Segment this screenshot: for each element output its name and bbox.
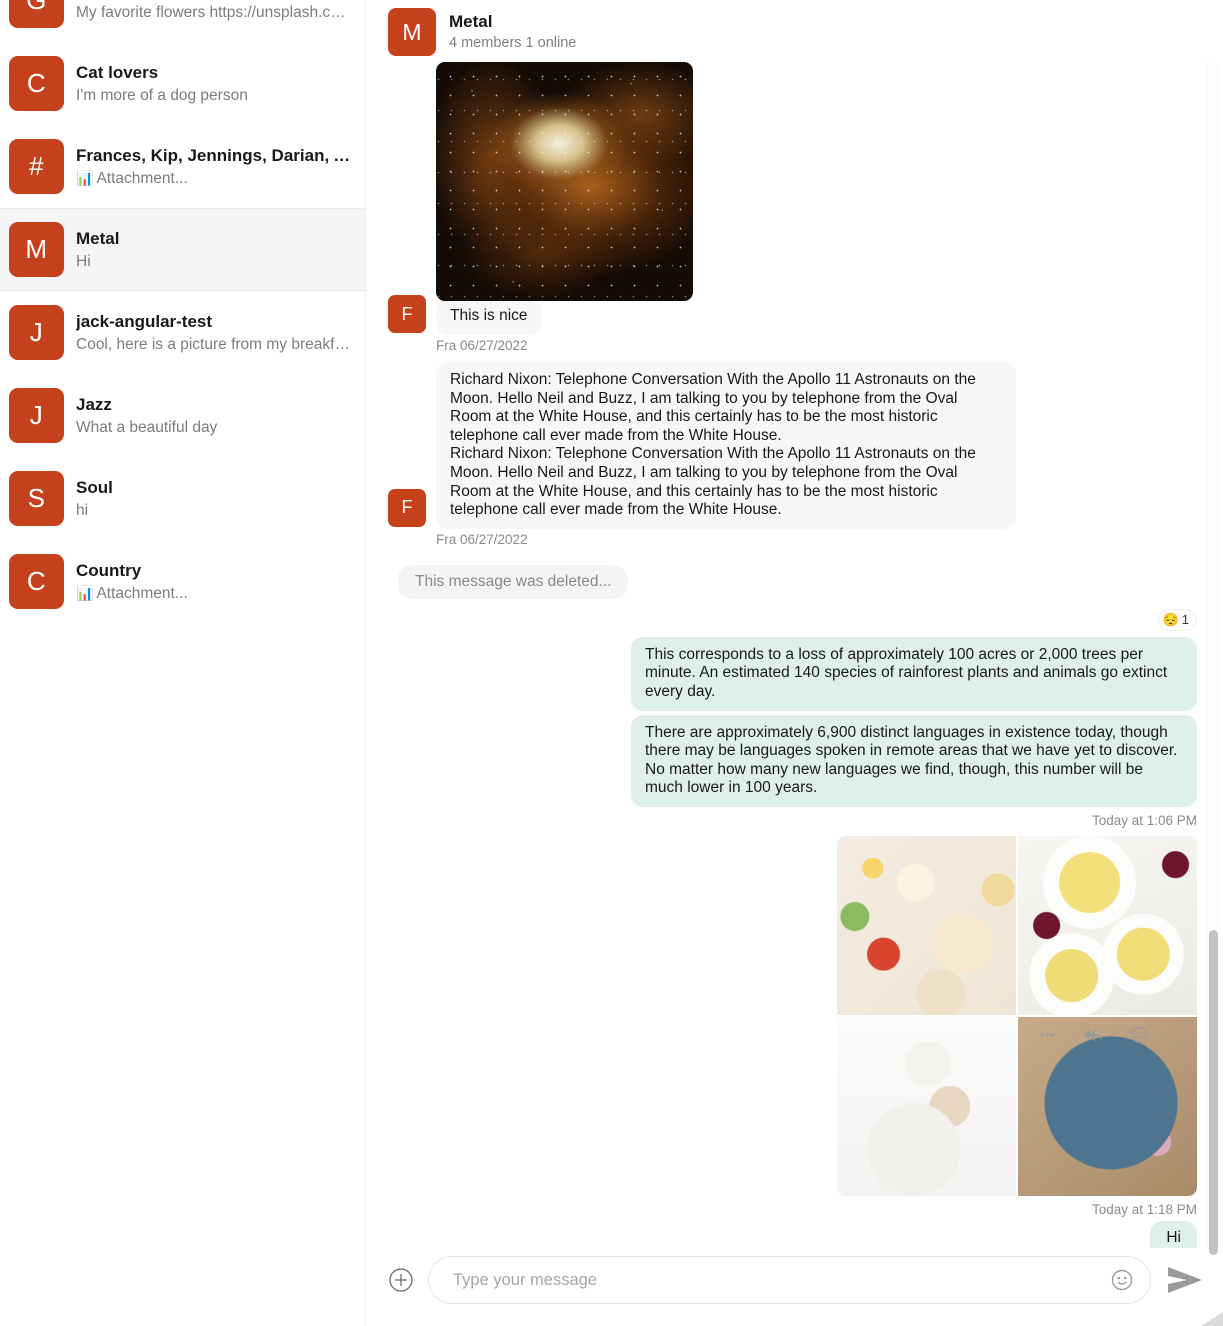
message-input[interactable] <box>451 1269 1110 1291</box>
message-bubble[interactable]: This is nice <box>436 298 542 335</box>
channel-preview: 📊 Attachment... <box>76 583 351 604</box>
emoji-picker-icon[interactable] <box>1110 1268 1134 1292</box>
avatar: M <box>388 8 436 56</box>
reaction-emoji: 😔 <box>1162 611 1179 627</box>
add-attachment-icon[interactable] <box>388 1267 414 1293</box>
avatar: J <box>9 388 64 443</box>
channel-item-group-frances[interactable]: # Frances, Kip, Jennings, Darian, Arde..… <box>0 125 365 208</box>
avatar: S <box>9 471 64 526</box>
message-group-incoming-2: F Richard Nixon: Telephone Conversation … <box>388 362 1197 547</box>
channel-item-gerdening[interactable]: G Gerdening 🌱🌸🌹 My favorite flowers http… <box>0 0 365 42</box>
avatar: G <box>9 0 64 28</box>
channel-preview: Hi <box>76 252 91 270</box>
channel-item-country[interactable]: C Country 📊 Attachment... <box>0 540 365 623</box>
channel-title: Soul <box>76 477 113 497</box>
message-timestamp: Fra 06/27/2022 <box>436 338 528 353</box>
channel-preview: 📊 Attachment... <box>76 168 351 189</box>
send-message-icon[interactable] <box>1165 1263 1213 1297</box>
channel-preview: hi <box>76 501 89 519</box>
message-timestamp: Fra 06/27/2022 <box>436 531 528 547</box>
message-bubble[interactable]: Hi <box>1150 1220 1197 1248</box>
timestamp-text: Today at 1:18 PM <box>1091 1201 1197 1217</box>
avatar: # <box>9 139 64 194</box>
scrollbar-thumb[interactable] <box>1209 930 1218 1255</box>
channel-item-metal[interactable]: M Metal Hi <box>0 208 365 291</box>
channel-title: jack-angular-test <box>76 311 213 331</box>
message-scrollbar[interactable] <box>1206 62 1219 1255</box>
reaction-badge[interactable]: 😔 1 <box>1157 608 1197 631</box>
channel-title: Jazz <box>76 394 112 414</box>
channel-list: G Gerdening 🌱🌸🌹 My favorite flowers http… <box>0 0 365 623</box>
message-bubble[interactable]: There are approximately 6,900 distinct l… <box>631 714 1197 807</box>
photo-grid[interactable] <box>837 835 1197 1196</box>
avatar: F <box>388 295 426 333</box>
avatar: M <box>9 222 64 277</box>
message-composer <box>366 1248 1223 1326</box>
message-group-outgoing-2: Today at 1:18 PM <box>388 828 1197 1217</box>
nebula-image[interactable] <box>436 62 693 301</box>
deleted-message: This message was deleted... <box>398 564 629 599</box>
timestamp-text: Today at 1:06 PM <box>1091 812 1197 828</box>
chat-header: M Metal 4 members 1 online <box>366 0 1223 62</box>
channel-preview-text: Attachment... <box>96 584 188 602</box>
photo-fruit-bowl-coffee[interactable] <box>837 1016 1016 1196</box>
message-bubble[interactable]: This corresponds to a loss of approximat… <box>631 636 1197 711</box>
chat-pane: M Metal 4 members 1 online F This is nic… <box>366 0 1223 1326</box>
avatar: C <box>9 554 64 609</box>
channel-preview: Cool, here is a picture from my breakfas… <box>76 335 351 353</box>
message-bubble[interactable]: Richard Nixon: Telephone Conversation Wi… <box>436 362 1016 529</box>
message-list[interactable]: F This is nice Fra 06/27/2022 F Richard … <box>366 62 1223 1248</box>
message-row: F This is nice <box>388 295 1197 335</box>
channel-title: Frances, Kip, Jennings, Darian, Arde... <box>76 145 351 165</box>
resize-handle[interactable] <box>1201 1312 1223 1326</box>
message-group-incoming-1: F This is nice Fra 06/27/2022 <box>388 62 1197 353</box>
reaction-count: 1 <box>1181 612 1189 628</box>
photo-breakfast-table[interactable] <box>837 835 1016 1015</box>
attachment-icon: 📊 <box>76 169 94 186</box>
avatar: J <box>9 305 64 360</box>
channel-item-soul[interactable]: S Soul hi <box>0 457 365 540</box>
channel-item-jazz[interactable]: J Jazz What a beautiful day <box>0 374 365 457</box>
channel-preview-text: Attachment... <box>96 169 188 187</box>
reply-icon[interactable] <box>1082 1026 1104 1044</box>
channel-title: Country <box>76 560 142 580</box>
avatar: F <box>388 488 426 527</box>
channel-item-cat-lovers[interactable]: C Cat lovers I'm more of a dog person <box>0 42 365 125</box>
message-timestamp: Today at 1:06 PM <box>1092 813 1197 828</box>
channel-preview: My favorite flowers https://unsplash.com… <box>76 3 351 21</box>
message-hover-actions[interactable] <box>1038 1026 1148 1044</box>
message-group-outgoing-3: Hi ✓ Today at 2:02 PM <box>388 1217 1197 1248</box>
channel-title: Cat lovers <box>76 62 159 82</box>
channel-preview: I'm more of a dog person <box>76 86 248 104</box>
message-timestamp: Today at 1:18 PM <box>1092 1202 1197 1217</box>
add-reaction-icon[interactable] <box>1130 1026 1148 1044</box>
attachment-icon: 📊 <box>76 584 94 601</box>
channel-sidebar[interactable]: G Gerdening 🌱🌸🌹 My favorite flowers http… <box>0 0 366 1326</box>
message-input-wrapper[interactable] <box>428 1256 1151 1304</box>
channel-title: Gerdening 🌱🌸🌹 <box>76 0 351 1</box>
message-row: F Richard Nixon: Telephone Conversation … <box>388 362 1197 529</box>
channel-preview: What a beautiful day <box>76 418 218 436</box>
more-options-icon[interactable] <box>1038 1026 1056 1044</box>
photo-pasta-plates[interactable] <box>1018 835 1197 1015</box>
message-group-outgoing-1: 😔 1 This corresponds to a loss of approx… <box>388 608 1197 828</box>
chat-application: G Gerdening 🌱🌸🌹 My favorite flowers http… <box>0 0 1223 1326</box>
chat-title: Metal <box>449 12 493 31</box>
channel-item-jack-angular-test[interactable]: J jack-angular-test Cool, here is a pict… <box>0 291 365 374</box>
member-count: 4 members 1 online <box>449 35 577 51</box>
channel-title: Metal <box>76 228 120 248</box>
avatar: C <box>9 56 64 111</box>
